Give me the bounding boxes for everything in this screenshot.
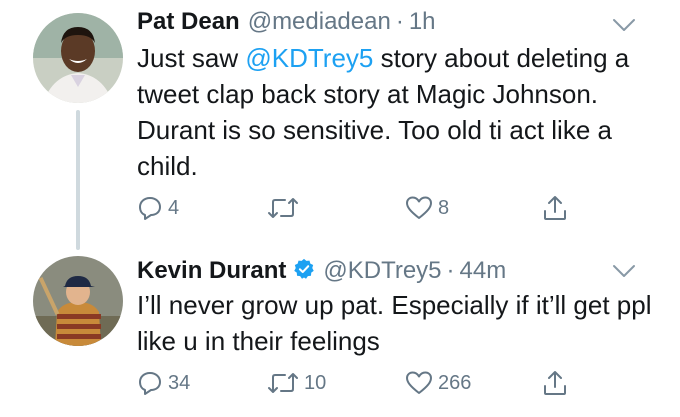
tweet-text: Just saw @KDTrey5 story about deleting a… xyxy=(137,40,657,184)
thread-connector-line xyxy=(76,110,80,250)
retweet-icon xyxy=(268,373,298,393)
user-handle[interactable]: @mediadean xyxy=(248,8,391,36)
reply-button[interactable]: 34 xyxy=(137,368,190,398)
share-icon xyxy=(544,196,566,220)
tweet-actions: 34 10 266 xyxy=(137,368,617,398)
share-icon xyxy=(544,371,566,395)
tweet-text: I’ll never grow up pat. Especially if it… xyxy=(137,290,652,356)
tweet-text-part: Just saw xyxy=(137,43,246,73)
share-button[interactable] xyxy=(542,368,568,398)
reply-icon xyxy=(139,372,161,395)
separator-dot: · xyxy=(395,8,404,35)
timestamp[interactable]: 1h xyxy=(409,8,436,36)
like-count: 266 xyxy=(438,371,472,394)
chevron-down-icon[interactable] xyxy=(612,18,636,32)
mention-link[interactable]: @KDTrey5 xyxy=(245,43,373,73)
display-name[interactable]: Kevin Durant xyxy=(137,257,286,285)
heart-icon xyxy=(406,371,432,394)
share-button[interactable] xyxy=(542,193,568,223)
user-handle[interactable]: @KDTrey5 xyxy=(323,257,441,285)
avatar-pat-dean[interactable] xyxy=(33,13,123,103)
avatar-kevin-durant[interactable] xyxy=(33,256,123,346)
tweet-pat-dean[interactable]: Pat Dean @mediadean · 1h Just saw @KDTre… xyxy=(0,0,680,250)
reply-count: 34 xyxy=(168,371,191,394)
reply-icon xyxy=(139,197,161,220)
like-button[interactable]: 8 xyxy=(405,193,449,223)
chevron-down-icon[interactable] xyxy=(612,264,636,278)
retweet-button[interactable]: 10 xyxy=(267,368,326,398)
retweet-count: 10 xyxy=(304,371,327,394)
tweet-actions: 4 8 xyxy=(137,193,617,223)
reply-button[interactable]: 4 xyxy=(137,193,179,223)
heart-icon xyxy=(406,196,432,219)
verified-badge-icon xyxy=(294,258,315,279)
separator-dot: · xyxy=(446,257,455,284)
retweet-icon xyxy=(268,198,298,218)
retweet-button[interactable] xyxy=(267,193,304,223)
like-count: 8 xyxy=(438,196,450,219)
display-name[interactable]: Pat Dean xyxy=(137,8,240,36)
like-button[interactable]: 266 xyxy=(405,368,471,398)
timestamp[interactable]: 44m xyxy=(460,257,507,285)
tweet-kevin-durant[interactable]: Kevin Durant @KDTrey5 · 44m I’ll never g… xyxy=(0,250,680,417)
reply-count: 4 xyxy=(168,196,180,219)
tweet-header: Pat Dean @mediadean · 1h xyxy=(137,8,436,44)
